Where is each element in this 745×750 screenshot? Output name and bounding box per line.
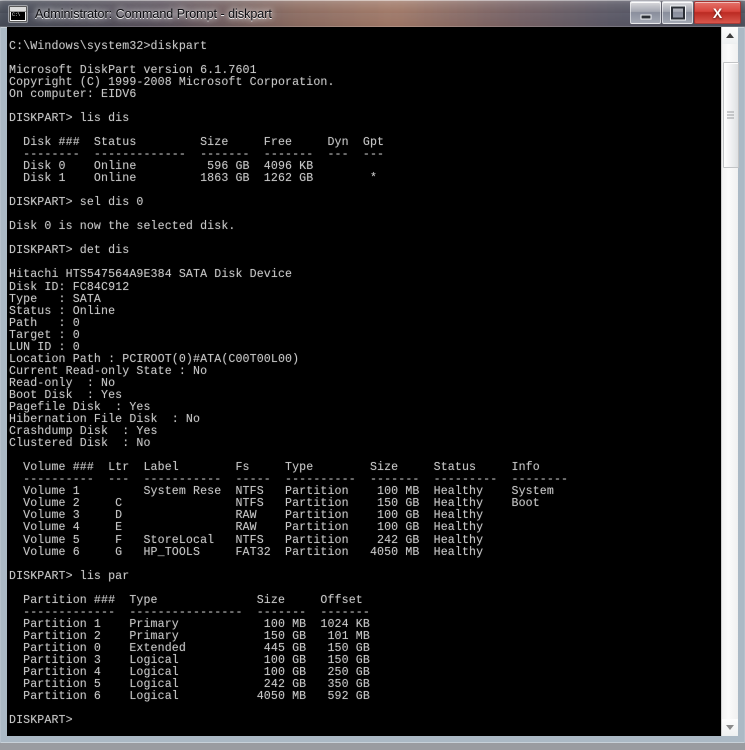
- title-bar-left: Administrator: Command Prompt - diskpart: [9, 0, 272, 27]
- minimize-button[interactable]: [630, 1, 661, 24]
- scrollbar-thumb[interactable]: [723, 62, 739, 168]
- scrollbar-track[interactable]: [722, 44, 739, 719]
- console-text: C:\Windows\system32>diskpart Microsoft D…: [9, 39, 569, 728]
- close-button[interactable]: X: [694, 1, 741, 24]
- window-frame: C:\Windows\system32>diskpart Microsoft D…: [0, 27, 745, 743]
- command-prompt-window: Administrator: Command Prompt - diskpart…: [0, 0, 745, 743]
- maximize-icon: [670, 6, 685, 19]
- window-title: Administrator: Command Prompt - diskpart: [35, 6, 272, 21]
- maximize-button[interactable]: [662, 1, 693, 24]
- scroll-up-button[interactable]: [722, 27, 738, 44]
- title-bar[interactable]: Administrator: Command Prompt - diskpart…: [0, 0, 745, 27]
- console-output-area[interactable]: C:\Windows\system32>diskpart Microsoft D…: [7, 27, 721, 736]
- caption-buttons: X: [629, 1, 741, 24]
- scroll-down-button[interactable]: [722, 719, 738, 736]
- cmd-console-icon: [9, 5, 27, 22]
- close-icon: X: [712, 4, 723, 21]
- vertical-scrollbar[interactable]: [721, 27, 739, 736]
- chevron-up-icon: [726, 33, 734, 38]
- scrollbar-grip-icon: [727, 111, 734, 119]
- chevron-down-icon: [726, 725, 734, 730]
- minimize-icon: [640, 14, 651, 19]
